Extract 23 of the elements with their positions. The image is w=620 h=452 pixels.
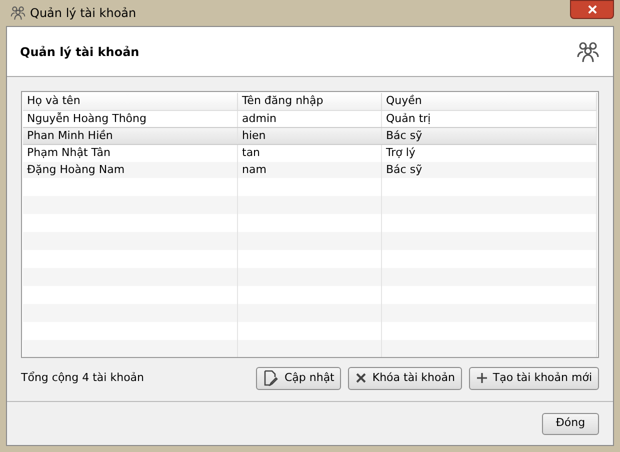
action-button[interactable]: Khóa tài khoản: [348, 366, 462, 390]
window-title: Quản lý tài khoản: [30, 5, 136, 22]
users-icon: [10, 5, 26, 21]
plus-icon: [476, 372, 488, 384]
header-title: Quản lý tài khoản: [20, 44, 140, 60]
account-count: Tổng cộng 4 tài khoản: [21, 370, 144, 386]
table-cell: Bác sỹ: [382, 128, 597, 144]
users-icon: [576, 40, 600, 64]
table-cell: hien: [238, 128, 382, 144]
pencil-note-icon: [263, 370, 280, 386]
table-row[interactable]: Phan Minh Hiền hien Bác sỹ: [23, 127, 597, 145]
table-row[interactable]: Đặng Hoàng Nam nam Bác sỹ: [23, 162, 597, 178]
column-header[interactable]: Tên đăng nhập: [238, 93, 382, 110]
table-cell: Phan Minh Hiền: [23, 128, 238, 144]
close-icon: [588, 5, 596, 14]
column-header[interactable]: Quyền: [382, 93, 597, 110]
action-button[interactable]: Tạo tài khoản mới: [468, 366, 599, 390]
column-header[interactable]: Họ và tên: [23, 93, 238, 110]
close-button[interactable]: [570, 0, 614, 19]
close-dialog-button[interactable]: Đóng: [542, 412, 599, 434]
table-row[interactable]: Nguyễn Hoàng Thông admin Quản trị: [23, 110, 597, 127]
close-icon: [355, 372, 368, 384]
action-button[interactable]: Cập nhật: [256, 366, 342, 390]
